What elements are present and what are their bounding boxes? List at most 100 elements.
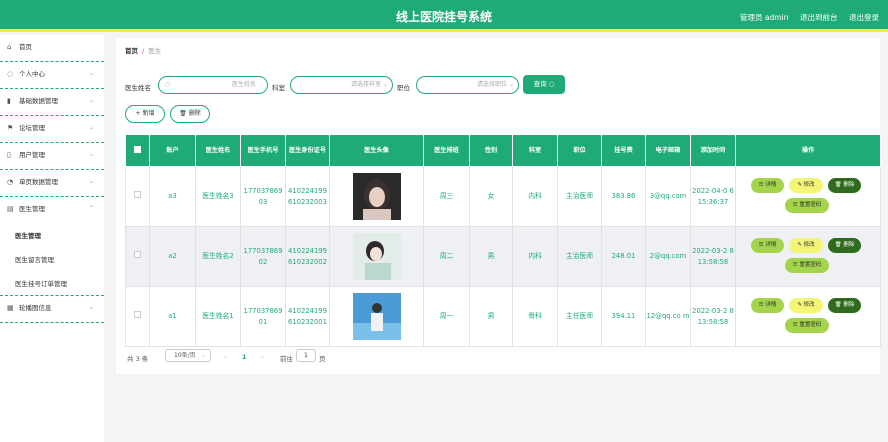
chevron-down-icon: ⌄ [509,77,514,93]
delete-row-button[interactable]: 🗑 删除 [828,178,861,193]
submenu-doctor-messages[interactable]: 医生留言管理 [0,248,104,272]
search-icon: ○ [549,80,555,88]
row-checkbox[interactable] [134,191,141,198]
sidebar-item-doctor[interactable]: ▤医生管理⌃ [0,197,104,224]
doctor-table: 账户 医生姓名 医生手机号 医生身份证号 医生头像 医生排班 性别 科室 职位 … [125,134,881,347]
cell-email: 12@qq.co m [646,287,691,347]
chevron-down-icon: ⌄ [89,116,94,140]
chevron-down-icon: ⌄ [89,170,94,194]
cell-idcard: 410224199 610232003 [286,167,330,227]
breadcrumb-home[interactable]: 首页 [125,47,138,55]
sidebar-item-home[interactable]: ⌂首页 [0,35,104,62]
sidebar: ⌂首页 ◌个人中心⌄ ▮基础数据管理⌄ ⚑论坛管理⌄ ▯用户管理⌄ ◔单页数据管… [0,35,104,442]
cell-time: 2022-03-2 8 13:58:58 [691,227,736,287]
image-icon: ▦ [7,296,14,320]
cell-fee: 394.11 [602,287,646,347]
column-header: 医生排班 [424,135,470,167]
back-to-frontend-link[interactable]: 退出到前台 [800,12,838,23]
column-header: 医生手机号 [241,135,286,167]
row-checkbox[interactable] [134,311,141,318]
page-number[interactable]: 1 [242,353,247,361]
cell-name: 医生姓名1 [196,287,241,347]
cell-phone: 177037869 03 [241,167,286,227]
pie-icon: ◔ [7,170,13,194]
edit-button[interactable]: ✎ 修改 [789,178,823,193]
sidebar-item-single-page[interactable]: ◔单页数据管理⌄ [0,170,104,197]
submenu-doctor-orders[interactable]: 医生挂号订单管理 [0,272,104,296]
chevron-down-icon: ⌄ [89,89,94,113]
delete-row-button[interactable]: 🗑 删除 [828,238,861,253]
delete-button[interactable]: 🗑 删除 [170,105,210,123]
reset-password-button[interactable]: ☰ 重置密码 [785,318,829,333]
sidebar-item-forum[interactable]: ⚑论坛管理⌄ [0,116,104,143]
column-header: 电子邮箱 [646,135,691,167]
doctor-avatar [353,233,401,280]
column-header: 医生身份证号 [286,135,330,167]
page-unit-label: 页 [319,353,326,363]
dept-label: 科室 [272,82,285,92]
sidebar-item-profile[interactable]: ◌个人中心⌄ [0,62,104,89]
delete-row-button[interactable]: 🗑 删除 [828,298,861,313]
sidebar-item-carousel[interactable]: ▦轮播图信息⌄ [0,296,104,323]
next-page-button[interactable]: › [261,353,264,361]
total-count: 共 3 条 [127,353,148,363]
breadcrumb: 首页/医生 [125,45,161,55]
cell-time: 2022-03-2 8 13:58:58 [691,287,736,347]
edit-button[interactable]: ✎ 修改 [789,298,823,313]
dept-select[interactable]: 请选择科室⌄ [290,76,393,94]
title-select[interactable]: 请选择职位⌄ [416,76,519,94]
goto-page-input[interactable]: 1 [296,349,316,362]
doctor-avatar [353,173,401,220]
cell-dept: 内科 [513,227,558,287]
cell-email: 3@qq.com [646,167,691,227]
cell-gender: 女 [470,167,513,227]
sidebar-item-users[interactable]: ▯用户管理⌄ [0,143,104,170]
reset-password-button[interactable]: ☰ 重置密码 [785,198,829,213]
reset-password-button[interactable]: ☰ 重置密码 [785,258,829,273]
row-actions: ☰ 详情 ✎ 修改 🗑 删除 ☰ 重置密码 [736,234,880,280]
table-row: a1医生姓名1177037869 01410224199 610232001周一… [126,287,881,347]
select-all-checkbox[interactable] [134,146,141,153]
cell-title: 主治医师 [558,167,602,227]
column-header: 挂号费 [602,135,646,167]
trash-icon: 🗑 [179,110,187,117]
column-header: 账户 [150,135,196,167]
detail-button[interactable]: ☰ 详情 [751,238,784,253]
page-size-select[interactable]: 10条/页⌄ [165,349,211,362]
cell-title: 主任医师 [558,287,602,347]
sidebar-item-basic-data[interactable]: ▮基础数据管理⌄ [0,89,104,116]
doctor-avatar [353,293,401,340]
chevron-down-icon: ⌄ [89,143,94,167]
doctor-icon: ▤ [7,197,14,221]
doctor-name-input[interactable]: ○医生姓名 [158,76,268,94]
detail-button[interactable]: ☰ 详情 [751,178,784,193]
cell-phone: 177037869 01 [241,287,286,347]
prev-page-button[interactable]: ‹ [224,353,227,361]
query-button[interactable]: 查询 ○ [523,75,565,94]
detail-button[interactable]: ☰ 详情 [751,298,784,313]
chevron-down-icon: ⌄ [383,77,388,93]
add-button[interactable]: + 新增 [125,105,165,123]
phone-icon: ▯ [7,143,11,167]
row-actions: ☰ 详情 ✎ 修改 🗑 删除 ☰ 重置密码 [736,174,880,220]
chevron-down-icon: ⌄ [89,62,94,86]
edit-button[interactable]: ✎ 修改 [789,238,823,253]
column-header: 职位 [558,135,602,167]
cell-name: 医生姓名3 [196,167,241,227]
logout-link[interactable]: 退出登录 [849,12,879,23]
row-checkbox[interactable] [134,251,141,258]
flag-icon: ⚑ [7,116,13,140]
cell-account: a3 [150,167,196,227]
cell-fee: 248.01 [602,227,646,287]
cell-dept: 内科 [513,167,558,227]
cell-gender: 男 [470,227,513,287]
cell-name: 医生姓名2 [196,227,241,287]
chart-icon: ▮ [7,89,11,113]
title-label: 职位 [397,82,410,92]
cell-shift: 周三 [424,167,470,227]
main-content: 首页/医生 医生姓名 ○医生姓名 科室 请选择科室⌄ 职位 请选择职位⌄ 查询 … [116,38,880,374]
submenu-doctor-manage[interactable]: 医生管理 [0,224,104,248]
cell-idcard: 410224199 610232002 [286,227,330,287]
cell-account: a1 [150,287,196,347]
table-row: a2医生姓名2177037869 02410224199 610232002周二… [126,227,881,287]
